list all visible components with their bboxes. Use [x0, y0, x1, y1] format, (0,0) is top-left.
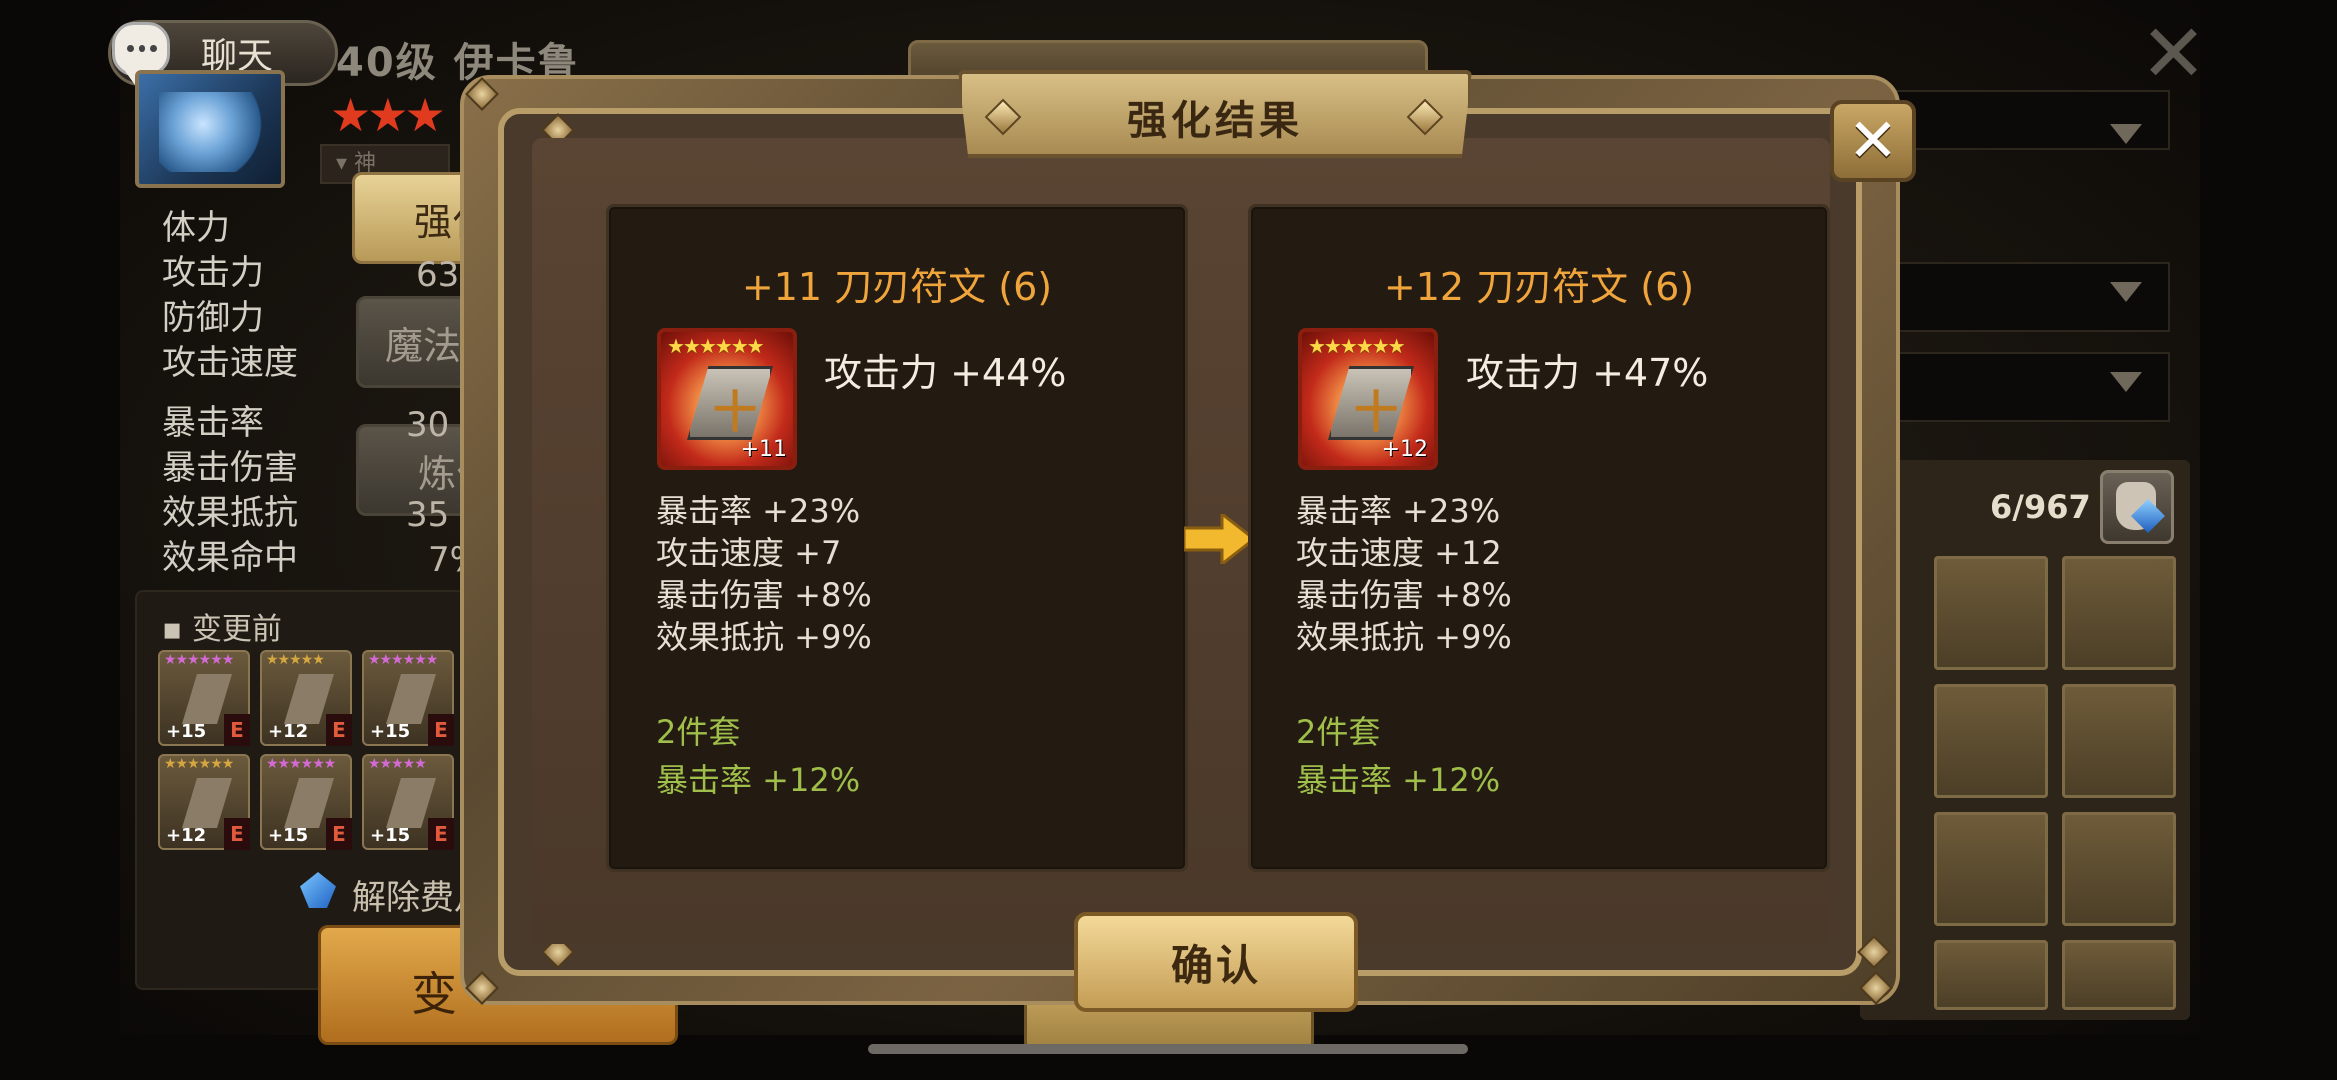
rune-level: +11	[740, 437, 787, 462]
chevron-down-icon	[2110, 124, 2142, 144]
change-button-label: 变	[411, 967, 457, 1021]
inventory-slot[interactable]	[1934, 556, 2048, 670]
rune-slot[interactable]: ★★★★★ +12 E	[260, 650, 352, 746]
stat-value: 30	[406, 405, 450, 445]
rune-after-title: +12 刀刃符文 (6)	[1383, 265, 1695, 309]
stat-label: 效果命中	[162, 538, 298, 578]
stat-label: 暴击伤害	[162, 448, 298, 488]
rune-stars-icon: ★★★★★★	[1308, 334, 1406, 358]
rune-grade: E	[224, 714, 250, 746]
rune-sub-stat: 效果抵抗 +9%	[656, 618, 872, 656]
rune-level: +15	[370, 825, 411, 846]
rune-sub-stat: 暴击伤害 +8%	[1296, 576, 1512, 614]
rune-grade: E	[326, 714, 352, 746]
rune-grade: E	[428, 714, 454, 746]
rune-slot[interactable]: ★★★★★★ +15 E	[260, 754, 352, 850]
rune-grade: E	[224, 818, 250, 850]
rune-level: +15	[370, 721, 411, 742]
blade-glyph-icon: ⼗	[713, 387, 757, 438]
dialog-title: 强化结果	[1127, 98, 1303, 144]
rune-set-bonus: 暴击率 +12%	[1296, 761, 1501, 799]
rune-sub-stat: 效果抵抗 +9%	[1296, 618, 1512, 656]
rune-icon: ★★★★★★ ⼗ +11	[657, 328, 797, 470]
rune-slot[interactable]: ★★★★★★ +12 E	[158, 754, 250, 850]
rune-sub-stat: 攻击速度 +12	[1296, 534, 1502, 572]
inventory-slot[interactable]	[1934, 940, 2048, 1010]
close-button[interactable]: ✕	[1830, 100, 1916, 182]
stat-label: 攻击力	[162, 253, 264, 293]
rune-stars-icon: ★★★★★★	[667, 334, 765, 358]
rune-level: +12	[166, 825, 207, 846]
rune-level: +12	[1381, 437, 1428, 462]
background-close-icon[interactable]: ✕	[2140, 14, 2207, 94]
confirm-button[interactable]: 确认	[1074, 912, 1358, 1012]
stat-label: 暴击率	[162, 403, 264, 443]
rune-set-bonus: 暴击率 +12%	[656, 761, 861, 799]
chat-dots-icon	[127, 45, 158, 53]
confirm-button-label: 确认	[1170, 940, 1261, 990]
stat-label: 效果抵抗	[162, 493, 298, 533]
monster-avatar[interactable]	[135, 70, 285, 188]
stat-value: 63	[416, 255, 460, 295]
inventory-slot[interactable]	[1934, 812, 2048, 926]
rune-set-title: 2件套	[656, 713, 741, 751]
chevron-down-icon	[2110, 372, 2142, 392]
rune-icon: ★★★★★★ ⼗ +12	[1298, 328, 1438, 470]
rune-sub-stat: 暴击率 +23%	[1296, 492, 1501, 530]
close-icon: ✕	[1847, 106, 1899, 176]
inventory-slot[interactable]	[2062, 556, 2176, 670]
inventory-slot[interactable]	[2062, 940, 2176, 1010]
rune-grade: E	[428, 818, 454, 850]
dragon-portrait-icon	[159, 92, 269, 172]
arrow-right-icon	[1184, 514, 1254, 564]
rune-level: +15	[166, 721, 207, 742]
rune-sub-stat: 暴击伤害 +8%	[656, 576, 872, 614]
inventory-slot[interactable]	[2062, 812, 2176, 926]
rune-set-title: 2件套	[1296, 713, 1381, 751]
before-change-text: 变更前	[191, 612, 282, 647]
inventory-slot[interactable]	[2062, 684, 2176, 798]
rune-before-title: +11 刀刃符文 (6)	[741, 265, 1053, 309]
rune-sub-stat: 攻击速度 +7	[656, 534, 842, 572]
chevron-down-icon	[2110, 282, 2142, 302]
inventory-count: 6/967	[1990, 488, 2091, 526]
rune-main-stat: 攻击力 +44%	[824, 351, 1067, 395]
before-change-label: ▪ 变更前	[162, 612, 282, 647]
rune-level: +12	[268, 721, 309, 742]
rune-main-stat: 攻击力 +47%	[1466, 351, 1709, 395]
monster-stars-icon: ★★★	[330, 88, 446, 142]
stat-label: 防御力	[162, 298, 264, 338]
stat-label: 体力	[162, 208, 230, 248]
home-indicator[interactable]	[868, 1044, 1468, 1054]
blade-glyph-icon: ⼗	[1354, 387, 1398, 438]
rune-level: +15	[268, 825, 309, 846]
inventory-slot[interactable]	[1934, 684, 2048, 798]
rune-sub-stat: 暴击率 +23%	[656, 492, 861, 530]
stat-label: 攻击速度	[162, 343, 298, 383]
rune-slot[interactable]: ★★★★★★ +15 E	[362, 650, 454, 746]
stat-value: 35	[406, 495, 450, 535]
rune-slot[interactable]: ★★★★★★ +15 E	[158, 650, 250, 746]
rune-slot[interactable]: ★★★★★ +15 E	[362, 754, 454, 850]
rune-grade: E	[326, 818, 352, 850]
